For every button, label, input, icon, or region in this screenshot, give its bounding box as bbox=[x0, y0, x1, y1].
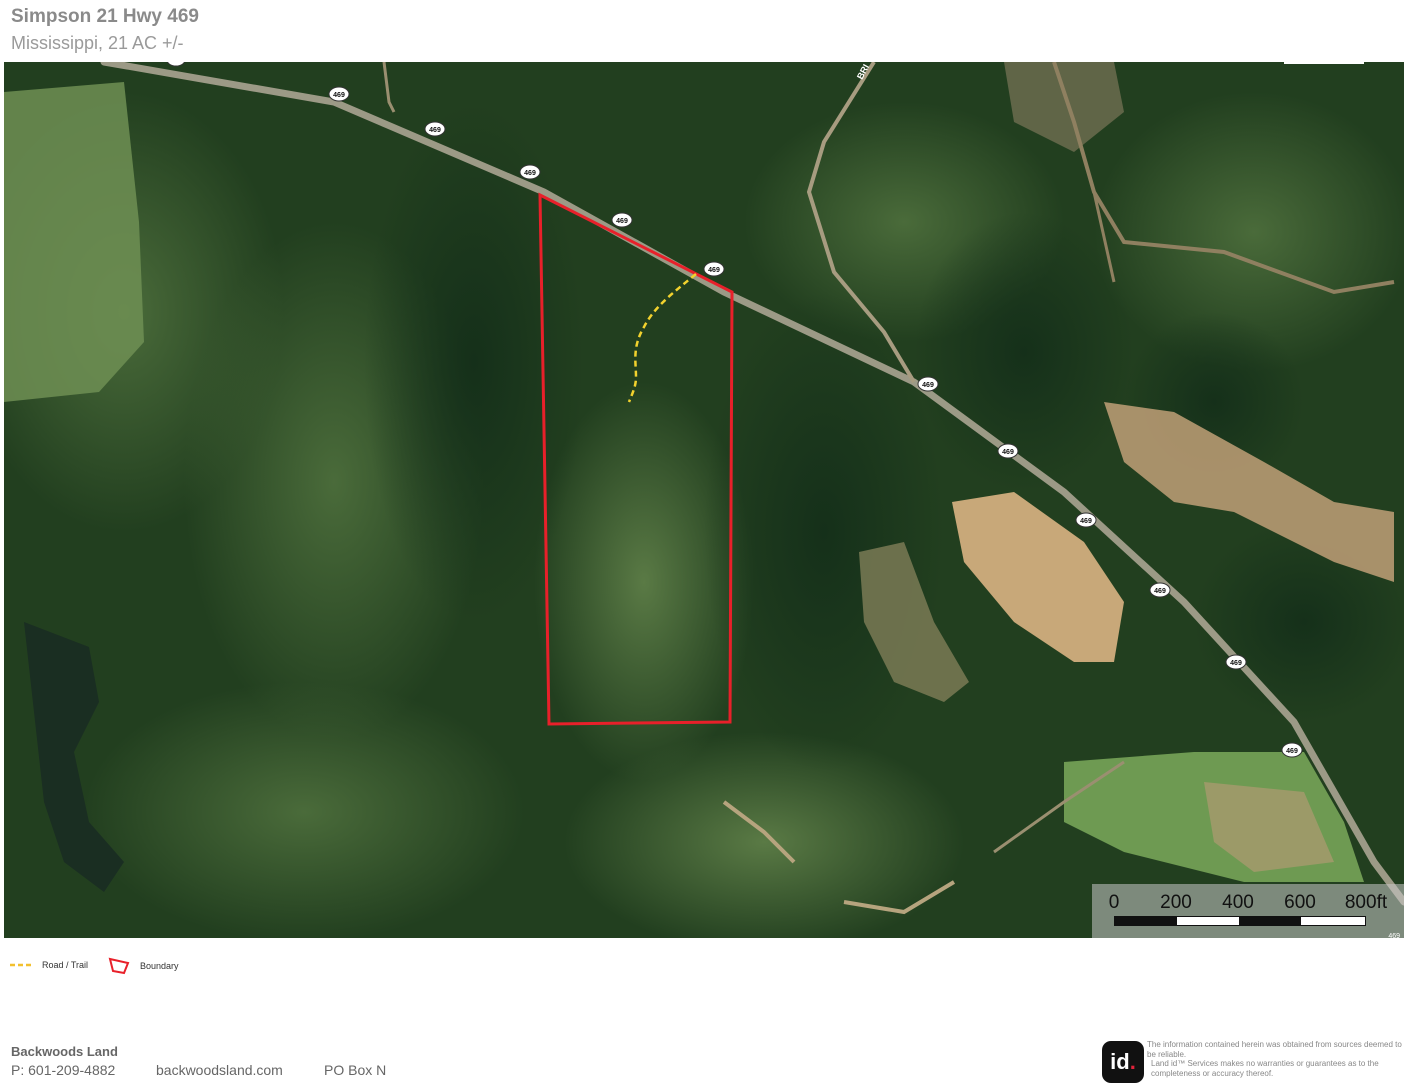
scale-tick: 400 bbox=[1222, 892, 1254, 913]
logo-dot: . bbox=[1129, 1049, 1136, 1074]
route-shield-label: 469 bbox=[1002, 449, 1014, 456]
disclaimer: The information contained herein was obt… bbox=[1147, 1040, 1405, 1078]
scale-tick: 600 bbox=[1284, 892, 1316, 913]
dashed-line-icon bbox=[10, 963, 34, 967]
hardwood-patch bbox=[84, 682, 524, 938]
polygon-icon bbox=[108, 957, 130, 975]
company-address: PO Box N bbox=[324, 1062, 387, 1078]
route-shield: 469 bbox=[328, 86, 350, 102]
pine-stand bbox=[914, 212, 1134, 492]
route-shield-label: 469 bbox=[616, 218, 628, 225]
route-shield: 469 bbox=[1075, 512, 1097, 528]
route-shield: 469 bbox=[424, 121, 446, 137]
legend-item-trail: Road / Trail bbox=[10, 960, 88, 970]
route-shield-label: 469 bbox=[922, 382, 934, 389]
route-shield: 469 bbox=[519, 164, 541, 180]
scale-bar-graphic bbox=[1114, 916, 1366, 926]
company-name: Backwoods Land bbox=[11, 1044, 118, 1059]
disclaimer-line: Land id™ Services makes no warranties or… bbox=[1151, 1059, 1379, 1078]
route-shield-label: 469 bbox=[1286, 748, 1298, 755]
legend-item-boundary: Boundary bbox=[108, 956, 179, 976]
route-shield: 469 bbox=[1149, 582, 1171, 598]
scale-tick: 200 bbox=[1160, 892, 1192, 913]
land-id-logo: id. bbox=[1102, 1041, 1144, 1083]
pine-stand bbox=[364, 102, 584, 622]
route-shield-label: 469 bbox=[429, 127, 441, 134]
route-shield: 469 bbox=[917, 376, 939, 392]
scale-tick: 800ft bbox=[1344, 892, 1388, 913]
scale-bar-ticks: 0 200 400 600 800ft bbox=[1104, 892, 1398, 914]
logo-text: id bbox=[1110, 1049, 1130, 1074]
route-shield: 469 bbox=[1225, 654, 1247, 670]
pine-stand bbox=[704, 292, 944, 772]
company-website[interactable]: backwoodsland.com bbox=[156, 1062, 283, 1078]
map-subtitle: Mississippi, 21 AC +/- bbox=[11, 33, 184, 53]
disclaimer-line: The information contained herein was obt… bbox=[1147, 1040, 1402, 1059]
route-shield-label: 469 bbox=[333, 92, 345, 99]
route-shield-label: 469 bbox=[524, 170, 536, 177]
legend-label: Boundary bbox=[140, 961, 179, 971]
aerial-map[interactable]: 469 469 469 469 469 469 469 469 469 469 … bbox=[4, 62, 1404, 938]
route-shield: 469 bbox=[703, 261, 725, 277]
route-shield-label: 469 bbox=[1230, 660, 1242, 667]
open-field bbox=[4, 82, 144, 402]
map-edge-marker bbox=[1284, 62, 1364, 64]
map-title: Simpson 21 Hwy 469 bbox=[11, 6, 199, 27]
scale-bar: 0 200 400 600 800ft 469 bbox=[1092, 884, 1404, 938]
route-shield: 469 bbox=[1281, 742, 1303, 758]
route-shield: 469 bbox=[997, 443, 1019, 459]
route-shield-label: 469 bbox=[708, 267, 720, 274]
route-shield-label: 469 bbox=[1154, 588, 1166, 595]
corner-route-shield: 469 bbox=[1388, 933, 1400, 938]
route-shield: 469 bbox=[611, 212, 633, 228]
map-canvas[interactable]: 469 469 469 469 469 469 469 469 469 469 … bbox=[4, 62, 1404, 938]
company-phone: P: 601-209-4882 bbox=[11, 1062, 116, 1078]
route-shield-label: 469 bbox=[1080, 518, 1092, 525]
scale-tick: 0 bbox=[1108, 892, 1120, 913]
legend-label: Road / Trail bbox=[42, 960, 89, 970]
